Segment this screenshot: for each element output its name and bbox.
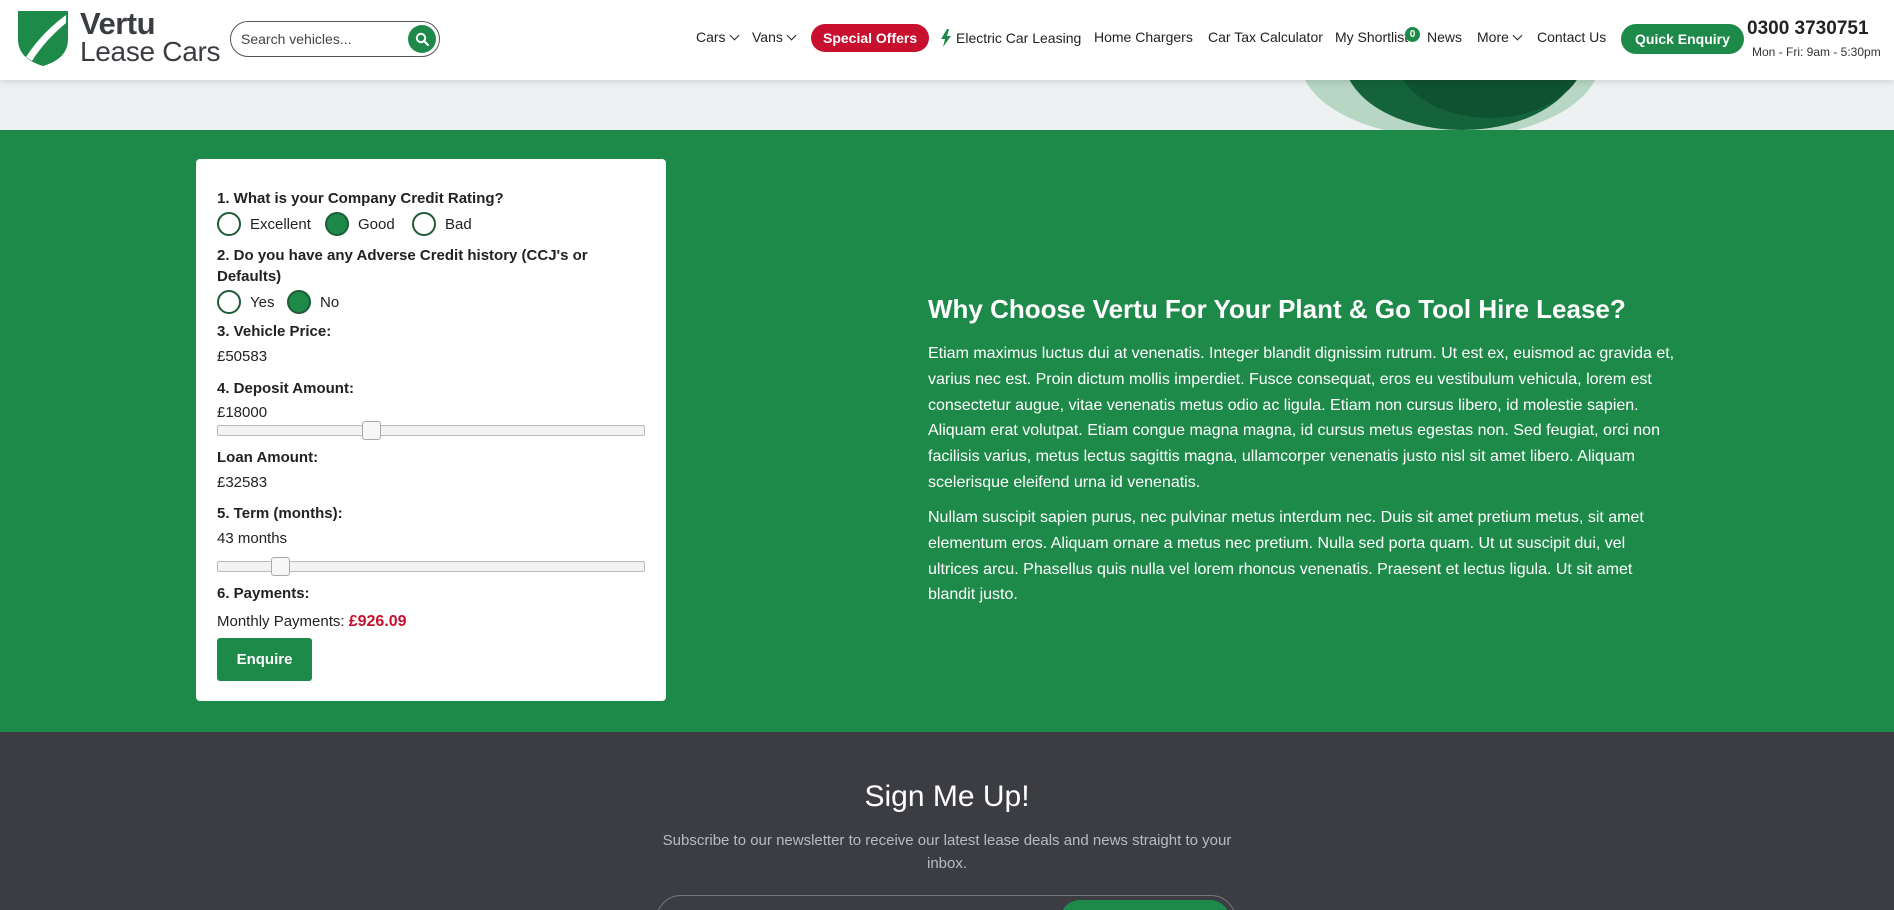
why-choose-paragraph-1: Etiam maximus luctus dui at venenatis. I… (928, 345, 1675, 491)
nav-contact-us[interactable]: Contact Us (1537, 29, 1606, 45)
nav-home-chargers[interactable]: Home Chargers (1094, 29, 1193, 45)
credit-option-bad-label: Bad (445, 215, 472, 233)
radio-bad[interactable] (412, 212, 436, 236)
radio-excellent[interactable] (217, 212, 241, 236)
opening-hours: Mon - Fri: 9am - 5:30pm (1752, 45, 1881, 59)
adverse-credit-question: 2. Do you have any Adverse Credit histor… (217, 247, 588, 285)
why-choose-heading: Why Choose Vertu For Your Plant & Go Too… (928, 294, 1626, 324)
finance-calculator-card: 1. What is your Company Credit Rating? E… (196, 159, 666, 701)
credit-rating-question: 1. What is your Company Credit Rating? (217, 190, 504, 207)
shortlist-count-badge: 0 (1405, 27, 1420, 42)
term-value: 43 months (217, 530, 288, 547)
decorative-swoosh (1305, 80, 1595, 130)
nav-car-tax-calculator[interactable]: Car Tax Calculator (1208, 29, 1323, 45)
nav-cars[interactable]: Cars (696, 29, 740, 45)
nav-my-shortlist[interactable]: My Shortlist (1335, 29, 1408, 45)
vehicle-price-value: £50583 (217, 348, 268, 365)
main-nav: Cars Vans Special Offers Electric Car Le… (0, 0, 1894, 80)
nav-more[interactable]: More (1477, 29, 1523, 45)
adverse-option-yes[interactable]: Yes (217, 290, 274, 314)
chevron-down-icon (1512, 30, 1523, 40)
site-header: Vertu Lease Cars Cars Vans Special Offer… (0, 0, 1894, 80)
nav-vans[interactable]: Vans (752, 29, 797, 45)
nav-vans-label: Vans (752, 29, 783, 45)
nav-news[interactable]: News (1427, 29, 1462, 45)
credit-option-bad[interactable]: Bad (412, 212, 472, 236)
vehicle-price-label: 3. Vehicle Price: (217, 323, 332, 340)
deposit-label: 4. Deposit Amount: (217, 380, 354, 397)
monthly-payments: Monthly Payments: £926.09 (217, 613, 407, 631)
term-label: 5. Term (months): (217, 505, 343, 522)
term-slider[interactable] (217, 557, 645, 576)
loan-amount-label: Loan Amount: (217, 449, 319, 466)
lightning-icon (941, 29, 951, 47)
credit-option-excellent[interactable]: Excellent (217, 212, 311, 236)
deposit-slider-handle[interactable] (362, 421, 382, 440)
radio-yes[interactable] (217, 290, 241, 314)
monthly-payments-amount: £926.09 (348, 613, 407, 630)
credit-option-good-label: Good (358, 215, 395, 233)
term-slider-handle[interactable] (270, 557, 290, 576)
newsletter-subtitle: Subscribe to our newsletter to receive o… (662, 832, 1232, 872)
special-offers-button[interactable]: Special Offers (811, 24, 930, 52)
quick-enquiry-button[interactable]: Quick Enquiry (1621, 24, 1744, 54)
hero-strip (0, 80, 1894, 130)
deposit-slider[interactable] (217, 421, 645, 440)
adverse-option-yes-label: Yes (250, 293, 275, 311)
adverse-option-no[interactable]: No (287, 290, 339, 314)
radio-no[interactable] (287, 290, 311, 314)
deposit-value: £18000 (217, 404, 268, 421)
nav-cars-label: Cars (696, 29, 726, 45)
radio-good[interactable] (325, 212, 349, 236)
why-choose-paragraph-2: Nullam suscipit sapien purus, nec pulvin… (928, 509, 1644, 604)
payments-label: 6. Payments: (217, 585, 310, 602)
nav-electric-label: Electric Car Leasing (956, 30, 1082, 46)
phone-number[interactable]: 0300 3730751 (1747, 18, 1869, 40)
enquire-button[interactable]: Enquire (217, 638, 312, 681)
chevron-down-icon (729, 30, 740, 40)
credit-option-excellent-label: Excellent (250, 215, 311, 233)
nav-electric-car-leasing[interactable]: Electric Car Leasing (940, 29, 1081, 47)
credit-option-good[interactable]: Good (325, 212, 395, 236)
monthly-payments-label: Monthly Payments: (217, 613, 345, 630)
newsletter-subscribe-button[interactable] (1060, 900, 1230, 910)
newsletter-title: Sign Me Up! (864, 780, 1030, 813)
chevron-down-icon (786, 30, 797, 40)
newsletter-section: Sign Me Up! Subscribe to our newsletter … (0, 732, 1894, 910)
nav-more-label: More (1477, 29, 1509, 45)
adverse-option-no-label: No (320, 293, 340, 311)
loan-amount-value: £32583 (217, 474, 268, 491)
